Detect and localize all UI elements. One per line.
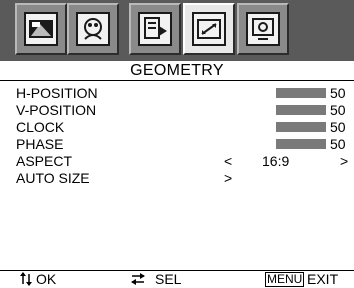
menu-item-label: V-POSITION — [16, 102, 97, 118]
tab-osd-settings[interactable] — [129, 3, 181, 55]
menu-key-badge: MENU — [265, 272, 305, 287]
level-bar[interactable] — [226, 88, 326, 98]
menu-item-v-position[interactable]: V-POSITION 50 — [0, 102, 354, 119]
tab-picture[interactable] — [15, 3, 67, 55]
geometry-icon — [192, 12, 226, 46]
aspect-value: 16:9 — [262, 153, 290, 169]
menu-item-label: AUTO SIZE — [16, 170, 90, 186]
menu-item-label: PHASE — [16, 136, 64, 152]
exit-hint: EXIT — [307, 271, 339, 287]
icon-bar — [0, 0, 354, 61]
menu-item-value: 50 — [330, 85, 346, 101]
aspect-left-arrow[interactable]: < — [224, 153, 232, 170]
menu-item-h-position[interactable]: H-POSITION 50 — [0, 85, 354, 102]
ok-hint: OK — [36, 271, 57, 287]
level-bar-fill — [276, 105, 326, 115]
page-title: GEOMETRY — [130, 62, 224, 79]
level-bar-fill — [276, 122, 326, 132]
auto-size-arrow[interactable]: > — [224, 170, 232, 187]
menu-item-label: H-POSITION — [16, 85, 98, 101]
menu-item-value: 50 — [330, 119, 346, 135]
footer-hints: OK SEL MENU EXIT — [0, 270, 354, 287]
osd-menu: GEOMETRY H-POSITION 50 V-POSITION 50 CLO… — [0, 0, 354, 287]
sel-hint: SEL — [155, 271, 182, 287]
aspect-right-arrow[interactable]: > — [340, 153, 348, 170]
level-bar-fill — [276, 139, 326, 149]
recall-icon — [246, 12, 280, 46]
menu-item-phase[interactable]: PHASE 50 — [0, 136, 354, 153]
menu-item-auto-size[interactable]: AUTO SIZE > — [0, 170, 354, 187]
menu-item-aspect[interactable]: ASPECT < 16:9 > — [0, 153, 354, 170]
menu-item-label: CLOCK — [16, 119, 65, 135]
menu-item-value: 50 — [330, 102, 346, 118]
picture-icon — [24, 12, 58, 46]
menu-item-value: 50 — [330, 136, 346, 152]
osd-settings-icon — [138, 12, 172, 46]
color-icon — [76, 12, 110, 46]
level-bar[interactable] — [226, 105, 326, 115]
left-right-arrows-icon — [130, 271, 146, 288]
tab-geometry[interactable] — [183, 3, 235, 55]
menu-item-label: ASPECT — [16, 153, 73, 169]
menu-item-clock[interactable]: CLOCK 50 — [0, 119, 354, 136]
level-bar-fill — [276, 88, 326, 98]
level-bar[interactable] — [226, 122, 326, 132]
tab-color[interactable] — [67, 3, 119, 55]
title-bar: GEOMETRY — [0, 61, 354, 81]
tab-recall[interactable] — [237, 3, 289, 55]
up-down-arrows-icon — [19, 271, 33, 288]
level-bar[interactable] — [226, 139, 326, 149]
